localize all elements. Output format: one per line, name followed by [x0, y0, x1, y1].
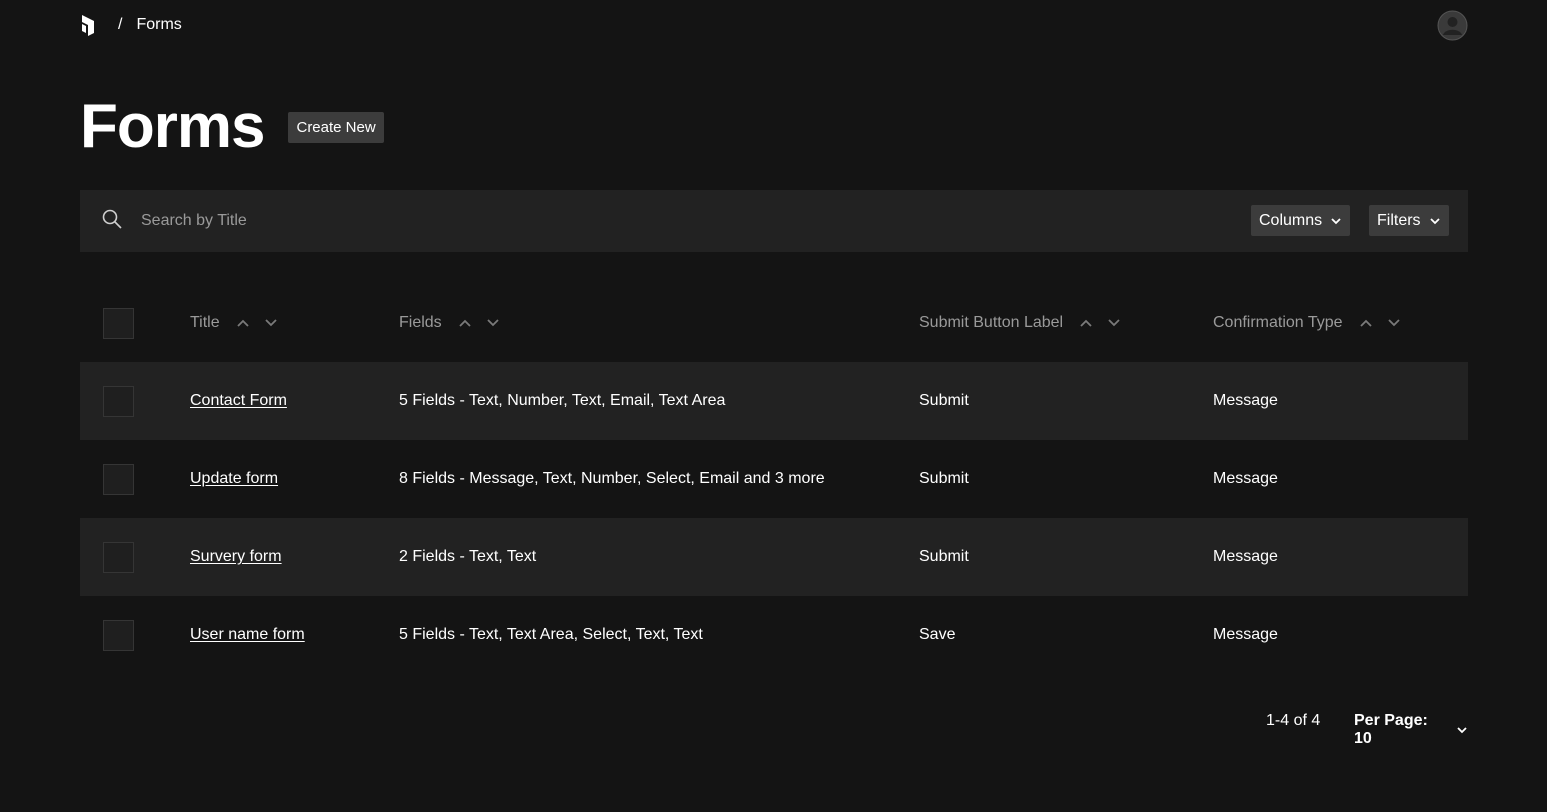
confirmation-type-cell: Message — [1213, 392, 1278, 409]
fields-cell: 2 Fields - Text, Text — [399, 548, 537, 565]
pagination: 1-4 of 4 Per Page: 10 — [0, 710, 1468, 747]
breadcrumb-separator: / — [118, 16, 123, 33]
page-range: 1-4 of 4 — [1266, 712, 1321, 729]
chevron-down-icon[interactable] — [486, 318, 500, 328]
column-header-label: Confirmation Type — [1213, 314, 1343, 331]
column-header-title: Title — [190, 314, 278, 332]
table-row: User name form 5 Fields - Text, Text Are… — [80, 596, 1468, 674]
row-checkbox[interactable] — [103, 386, 134, 417]
form-title-link[interactable]: Contact Form — [190, 392, 287, 410]
table-row: Update form 8 Fields - Message, Text, Nu… — [80, 440, 1468, 518]
chevron-up-icon[interactable] — [236, 318, 250, 328]
list-controls: Columns Filters — [80, 190, 1468, 252]
submit-label-cell: Submit — [919, 470, 969, 487]
search-icon — [80, 208, 123, 235]
per-page-select[interactable]: Per Page: 10 — [1354, 712, 1468, 748]
form-title-link[interactable]: Update form — [190, 470, 278, 488]
chevron-down-icon — [1457, 727, 1467, 734]
table-row: Survery form 2 Fields - Text, Text Submi… — [80, 518, 1468, 596]
chevron-up-icon[interactable] — [458, 318, 472, 328]
column-header-label: Title — [190, 314, 220, 331]
row-checkbox[interactable] — [103, 464, 134, 495]
column-header-confirmation-type: Confirmation Type — [1213, 314, 1401, 332]
columns-button-label: Columns — [1259, 211, 1323, 229]
column-header-submit-label: Submit Button Label — [919, 314, 1121, 332]
fields-cell: 5 Fields - Text, Text Area, Select, Text… — [399, 626, 703, 643]
chevron-up-icon[interactable] — [1079, 318, 1093, 328]
confirmation-type-cell: Message — [1213, 548, 1278, 565]
submit-label-cell: Save — [919, 626, 956, 643]
breadcrumb-current: Forms — [136, 16, 182, 33]
chevron-up-icon[interactable] — [1359, 318, 1373, 328]
forms-table: Title Fields Submit Button Label Confirm… — [80, 284, 1468, 674]
filters-button-label: Filters — [1377, 211, 1421, 229]
submit-label-cell: Submit — [919, 392, 969, 409]
filters-button[interactable]: Filters — [1369, 205, 1449, 236]
chevron-down-icon[interactable] — [1107, 318, 1121, 328]
column-header-fields: Fields — [399, 314, 500, 332]
select-all-checkbox[interactable] — [103, 308, 134, 339]
table-row: Contact Form 5 Fields - Text, Number, Te… — [80, 362, 1468, 440]
form-title-link[interactable]: Survery form — [190, 548, 282, 566]
fields-cell: 5 Fields - Text, Number, Text, Email, Te… — [399, 392, 726, 409]
chevron-down-icon[interactable] — [1387, 318, 1401, 328]
fields-cell: 8 Fields - Message, Text, Number, Select… — [399, 470, 825, 487]
row-checkbox[interactable] — [103, 542, 134, 573]
chevron-down-icon — [1331, 217, 1341, 224]
logo-icon[interactable] — [80, 12, 102, 38]
submit-label-cell: Submit — [919, 548, 969, 565]
form-title-link[interactable]: User name form — [190, 626, 305, 644]
confirmation-type-cell: Message — [1213, 470, 1278, 487]
confirmation-type-cell: Message — [1213, 626, 1278, 643]
per-page-label: Per Page: 10 — [1354, 712, 1428, 747]
search-input[interactable] — [141, 212, 1041, 230]
page-header: Forms Create New — [80, 92, 384, 162]
table-header-row: Title Fields Submit Button Label Confirm… — [80, 284, 1468, 362]
chevron-down-icon[interactable] — [264, 318, 278, 328]
columns-button[interactable]: Columns — [1251, 205, 1351, 236]
user-avatar-icon[interactable] — [1437, 10, 1468, 41]
column-header-label: Fields — [399, 314, 442, 331]
row-checkbox[interactable] — [103, 620, 134, 651]
page-title: Forms — [80, 92, 265, 161]
chevron-down-icon — [1429, 217, 1440, 224]
column-header-label: Submit Button Label — [919, 314, 1064, 331]
top-bar: / Forms — [80, 10, 1468, 41]
create-new-button[interactable]: Create New — [288, 111, 384, 143]
